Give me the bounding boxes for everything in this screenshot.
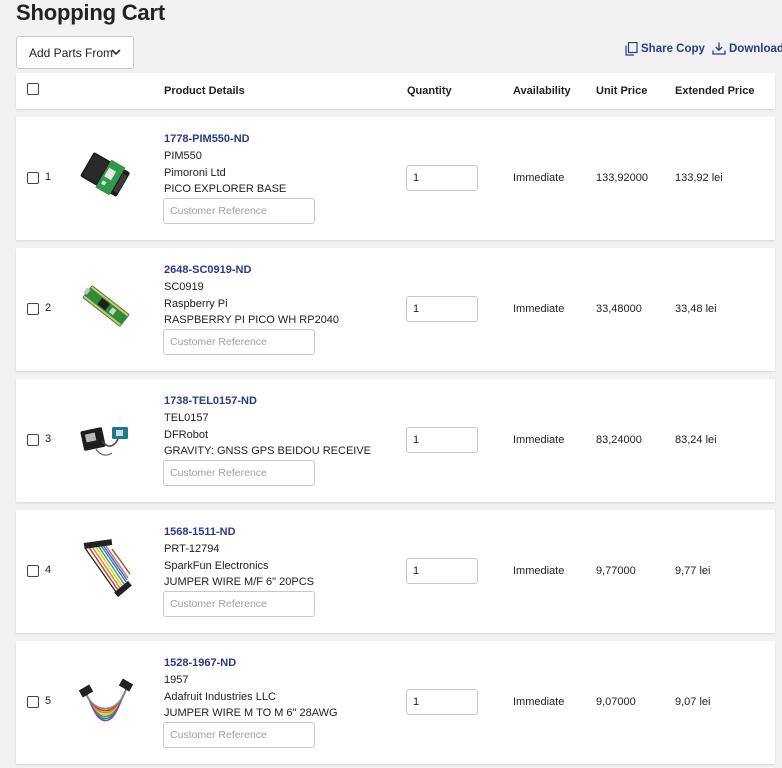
- quantity-input[interactable]: [406, 427, 478, 453]
- cart-row: 5 1528-1967-ND 1957 Adafruit Industries …: [16, 641, 775, 764]
- row-index: 4: [45, 564, 52, 576]
- header-extended-price: Extended Price: [675, 85, 755, 97]
- unit-price: 9,07000: [596, 696, 636, 708]
- manufacturer-part-number: PRT-12794: [164, 543, 220, 555]
- row-checkbox[interactable]: [27, 565, 39, 577]
- unit-price: 133,92000: [596, 172, 648, 184]
- manufacturer-name: Pimoroni Ltd: [164, 167, 226, 179]
- extended-price: 33,48 lei: [675, 303, 717, 315]
- manufacturer-part-number: PIM550: [164, 150, 202, 162]
- product-description: RASPBERRY PI PICO WH RP2040: [164, 314, 340, 326]
- add-parts-from-dropdown[interactable]: Add Parts From: [16, 36, 134, 69]
- row-index: 5: [45, 695, 52, 707]
- availability: Immediate: [513, 696, 565, 708]
- part-number-link[interactable]: 1568-1511-ND: [164, 526, 236, 538]
- manufacturer-part-number: TEL0157: [164, 412, 209, 424]
- share-copy-label: Share Copy: [641, 43, 705, 55]
- row-checkbox[interactable]: [27, 303, 39, 315]
- download-button[interactable]: Download: [712, 42, 782, 55]
- manufacturer-part-number: SC0919: [164, 281, 204, 293]
- extended-price: 9,07 lei: [675, 696, 711, 708]
- availability: Immediate: [513, 303, 565, 315]
- copy-icon: [625, 42, 638, 56]
- quantity-input[interactable]: [406, 165, 478, 191]
- product-description: JUMPER WIRE M/F 6" 20PCS: [164, 576, 314, 588]
- extended-price: 9,77 lei: [675, 565, 711, 577]
- product-description: PICO EXPLORER BASE: [164, 183, 287, 195]
- row-checkbox[interactable]: [27, 434, 39, 446]
- header-availability: Availability: [513, 85, 571, 97]
- row-index: 3: [45, 433, 52, 445]
- part-number-link[interactable]: 1528-1967-ND: [164, 657, 236, 669]
- row-checkbox[interactable]: [27, 172, 39, 184]
- cart-row: 3 1738-TEL0157-ND TEL0157 DFRobot GRAVIT…: [16, 379, 775, 502]
- extended-price: 83,24 lei: [675, 434, 717, 446]
- row-checkbox[interactable]: [27, 696, 39, 708]
- availability: Immediate: [513, 172, 565, 184]
- quantity-input[interactable]: [406, 689, 478, 715]
- unit-price: 83,24000: [596, 434, 642, 446]
- download-label: Download: [729, 42, 782, 55]
- page-title: Shopping Cart: [16, 0, 165, 25]
- download-icon: [712, 42, 726, 55]
- cart-row: 1 1778-PIM550-ND PIM550 Pimoroni Ltd PIC…: [16, 117, 775, 240]
- manufacturer-name: Adafruit Industries LLC: [164, 691, 276, 703]
- row-index: 1: [45, 171, 52, 183]
- share-copy-button[interactable]: Share Copy: [625, 42, 705, 56]
- header-product-details: Product Details: [164, 85, 245, 97]
- availability: Immediate: [513, 565, 565, 577]
- customer-reference-input[interactable]: [163, 460, 315, 486]
- customer-reference-input[interactable]: [163, 329, 315, 355]
- customer-reference-input[interactable]: [163, 722, 315, 748]
- select-all-checkbox[interactable]: [27, 83, 39, 95]
- ribbon-jumper-wires-icon[interactable]: [74, 667, 138, 731]
- cart-table-header: Product Details Quantity Availability Un…: [16, 73, 775, 109]
- manufacturer-name: DFRobot: [164, 429, 209, 441]
- part-number-link[interactable]: 1738-TEL0157-ND: [164, 395, 257, 407]
- customer-reference-input[interactable]: [163, 591, 315, 617]
- cart-row: 2 2648-SC0919-ND SC0919 Raspberry Pi RAS…: [16, 248, 775, 371]
- pico-explorer-board-icon[interactable]: [74, 143, 138, 207]
- manufacturer-name: Raspberry Pi: [164, 298, 228, 310]
- manufacturer-part-number: 1957: [164, 674, 189, 686]
- raspberry-pi-pico-icon[interactable]: [74, 274, 138, 338]
- part-number-link[interactable]: 1778-PIM550-ND: [164, 133, 250, 145]
- add-parts-label: Add Parts From: [29, 45, 114, 60]
- quantity-input[interactable]: [406, 296, 478, 322]
- customer-reference-input[interactable]: [163, 198, 315, 224]
- part-number-link[interactable]: 2648-SC0919-ND: [164, 264, 251, 276]
- availability: Immediate: [513, 434, 565, 446]
- manufacturer-name: SparkFun Electronics: [164, 560, 269, 572]
- gnss-module-icon[interactable]: [74, 405, 138, 469]
- header-unit-price: Unit Price: [596, 85, 648, 97]
- product-description: JUMPER WIRE M TO M 6" 28AWG: [164, 707, 338, 719]
- quantity-input[interactable]: [406, 558, 478, 584]
- row-index: 2: [45, 302, 52, 314]
- extended-price: 133,92 lei: [675, 172, 723, 184]
- product-description: GRAVITY: GNSS GPS BEIDOU RECEIVE: [164, 445, 372, 457]
- chevron-down-icon: [111, 49, 121, 56]
- header-quantity: Quantity: [407, 85, 452, 97]
- unit-price: 9,77000: [596, 565, 636, 577]
- jumper-wires-icon[interactable]: [74, 536, 138, 600]
- unit-price: 33,48000: [596, 303, 642, 315]
- cart-row: 4 1568-1511-ND PRT-12794 SparkFun Electr…: [16, 510, 775, 633]
